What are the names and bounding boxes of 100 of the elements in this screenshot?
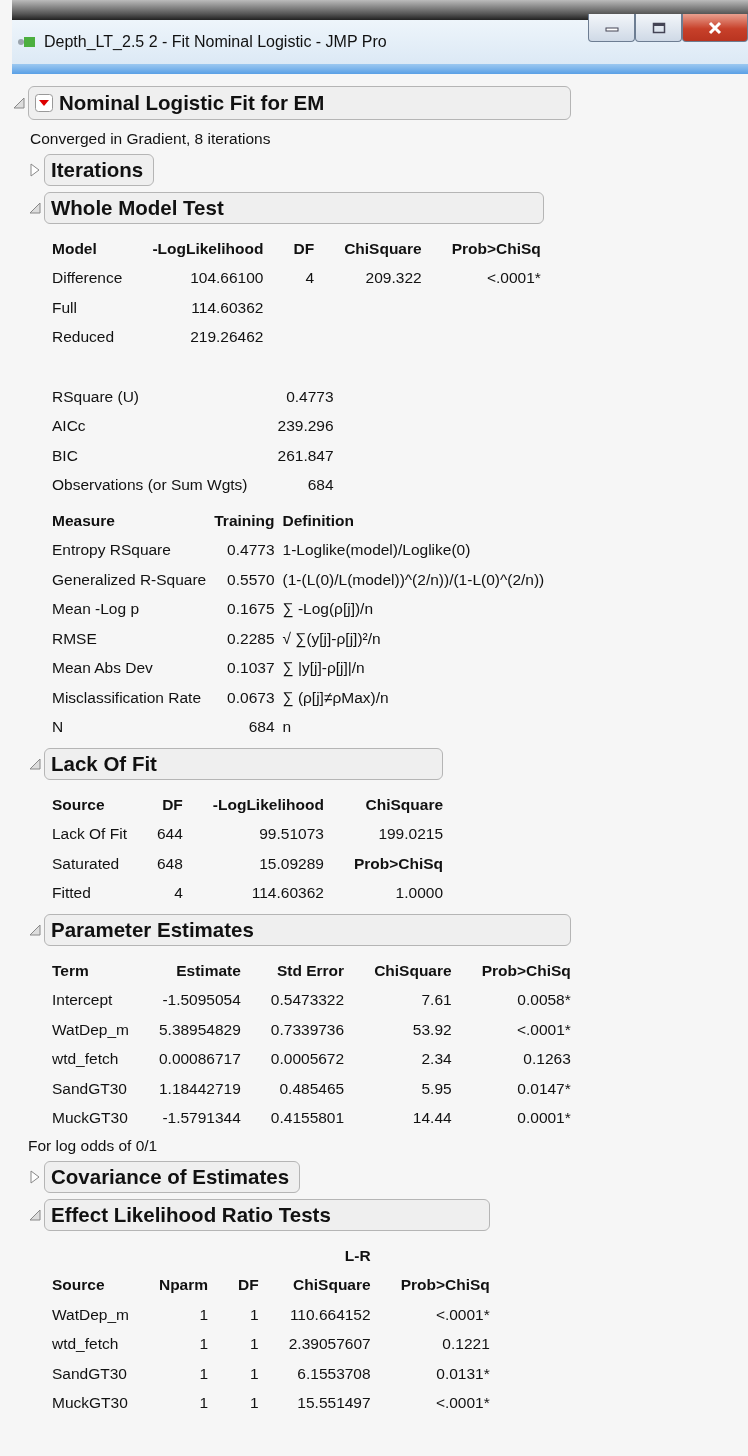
row-label: Saturated [52, 854, 120, 873]
maximize-button[interactable] [635, 14, 682, 42]
close-button[interactable] [682, 14, 748, 42]
row-label: Entropy RSquare [52, 541, 171, 560]
collapse-triangle-icon[interactable] [28, 922, 42, 938]
table-cell: -1.5791344 [162, 1109, 241, 1128]
section-header[interactable]: Whole Model Test [44, 192, 545, 224]
table-cell: <.0001* [516, 1020, 571, 1039]
table-cell: 0.1221 [442, 1335, 490, 1354]
column-header: L-R [344, 1246, 371, 1265]
table-cell: √ ∑(y[j]-ρ[j])²/n [282, 629, 381, 648]
table-cell: 684 [248, 718, 275, 737]
collapse-triangle-icon[interactable] [28, 756, 42, 772]
table-cell: 0.5570 [227, 570, 275, 589]
convergence-note: Converged in Gradient, 8 iterations [30, 130, 272, 148]
table-cell: 648 [156, 854, 183, 873]
row-label: Mean -Log p [52, 600, 140, 619]
table-note: For log odds of 0/1 [28, 1137, 159, 1155]
table-cell: 1 [199, 1335, 209, 1354]
table-cell: 0.1675 [227, 600, 275, 619]
row-label: BIC [52, 446, 78, 465]
table-cell: 2.34 [421, 1050, 452, 1069]
table-cell: 0.4773 [227, 541, 275, 560]
section-header[interactable]: Iterations [44, 154, 155, 186]
column-header: ChiSquare [344, 239, 422, 258]
maximize-icon [651, 21, 666, 34]
row-label: AICc [52, 417, 86, 436]
table-cell: <.0001* [435, 1305, 490, 1324]
section-header[interactable]: Effect Likelihood Ratio Tests [44, 1199, 490, 1231]
row-label: Observations (or Sum Wgts) [52, 476, 248, 495]
column-header: Prob>ChiSq [481, 961, 571, 980]
table-cell: 644 [156, 825, 183, 844]
table-cell: 0.0001* [517, 1109, 571, 1128]
row-label: MuckGT30 [52, 1109, 128, 1128]
table-cell: n [282, 718, 292, 737]
table-cell: 199.0215 [378, 825, 444, 844]
collapse-triangle-icon[interactable] [28, 200, 42, 216]
table-cell: ∑ -Log(ρ[j])/n [282, 600, 374, 619]
column-header: -LogLikelihood [152, 239, 264, 258]
row-label: wtd_fetch [52, 1050, 119, 1069]
app-icon [18, 35, 36, 49]
column-header: Model [52, 239, 97, 258]
table-cell: 0.4773 [286, 387, 334, 406]
table-cell: 6.1553708 [297, 1364, 371, 1383]
column-header: DF [293, 239, 315, 258]
table-cell: 684 [307, 476, 334, 495]
dropdown-menu-icon[interactable] [35, 94, 53, 112]
table-cell: 104.66100 [190, 269, 264, 288]
row-label: SandGT30 [52, 1364, 127, 1383]
row-label: RSquare (U) [52, 387, 139, 406]
table-cell: 0.0147* [517, 1079, 571, 1098]
table-cell: 110.664152 [289, 1305, 371, 1324]
row-label: SandGT30 [52, 1079, 127, 1098]
table-cell: 261.847 [277, 446, 334, 465]
collapse-triangle-icon[interactable] [28, 1207, 42, 1223]
table-cell: 1 [250, 1364, 259, 1383]
table-cell: Prob>ChiSq [353, 854, 444, 873]
table-cell: -1.5095054 [162, 991, 241, 1010]
table-cell: 0.4155801 [270, 1109, 345, 1128]
table-cell: 7.61 [421, 991, 452, 1010]
table-cell: 1.0000 [395, 884, 444, 903]
table-cell: 1-Loglike(model)/Loglike(0) [282, 541, 471, 560]
table-cell: 5.95 [421, 1079, 452, 1098]
table-cell: 0.5473322 [270, 991, 345, 1010]
section-header[interactable]: Covariance of Estimates [44, 1161, 301, 1193]
column-header: -LogLikelihood [212, 795, 324, 814]
column-header: Std Error [276, 961, 345, 980]
table-cell: 15.09289 [259, 854, 324, 873]
minimize-button[interactable] [588, 14, 635, 42]
row-label: Lack Of Fit [52, 825, 127, 844]
row-label: Fitted [52, 884, 91, 903]
table-cell: 99.51073 [259, 825, 324, 844]
column-header: ChiSquare [293, 1276, 371, 1295]
expand-triangle-icon[interactable] [28, 162, 42, 178]
table-cell: 0.1263 [523, 1050, 571, 1069]
table-cell: 1.18442719 [158, 1079, 241, 1098]
table-cell: 2.39057607 [288, 1335, 371, 1354]
column-header: Nparm [158, 1276, 209, 1295]
table-cell: 1 [250, 1335, 259, 1354]
column-header: ChiSquare [374, 961, 452, 980]
row-label: Misclassification Rate [52, 688, 202, 707]
table-cell: 114.60362 [191, 298, 264, 317]
section-header[interactable]: Parameter Estimates [44, 914, 571, 946]
section-header[interactable]: Lack Of Fit [44, 748, 444, 780]
column-header: Estimate [176, 961, 241, 980]
report-header[interactable]: Nominal Logistic Fit for EM [28, 86, 571, 120]
table-cell: 1 [199, 1394, 209, 1413]
column-header: Training [214, 511, 275, 530]
table-cell: 5.38954829 [158, 1020, 241, 1039]
column-header: Prob>ChiSq [451, 239, 541, 258]
table-cell: 53.92 [412, 1020, 452, 1039]
row-label: Mean Abs Dev [52, 659, 153, 678]
collapse-triangle-icon[interactable] [12, 96, 26, 110]
table-cell: 0.2285 [227, 629, 275, 648]
column-header: ChiSquare [365, 795, 444, 814]
row-label: Reduced [52, 328, 115, 347]
table-cell: 0.0058* [517, 991, 571, 1010]
table-cell: 14.44 [412, 1109, 452, 1128]
table-cell: ∑ |y[j]-ρ[j]|/n [282, 659, 365, 678]
expand-triangle-icon[interactable] [28, 1169, 42, 1185]
